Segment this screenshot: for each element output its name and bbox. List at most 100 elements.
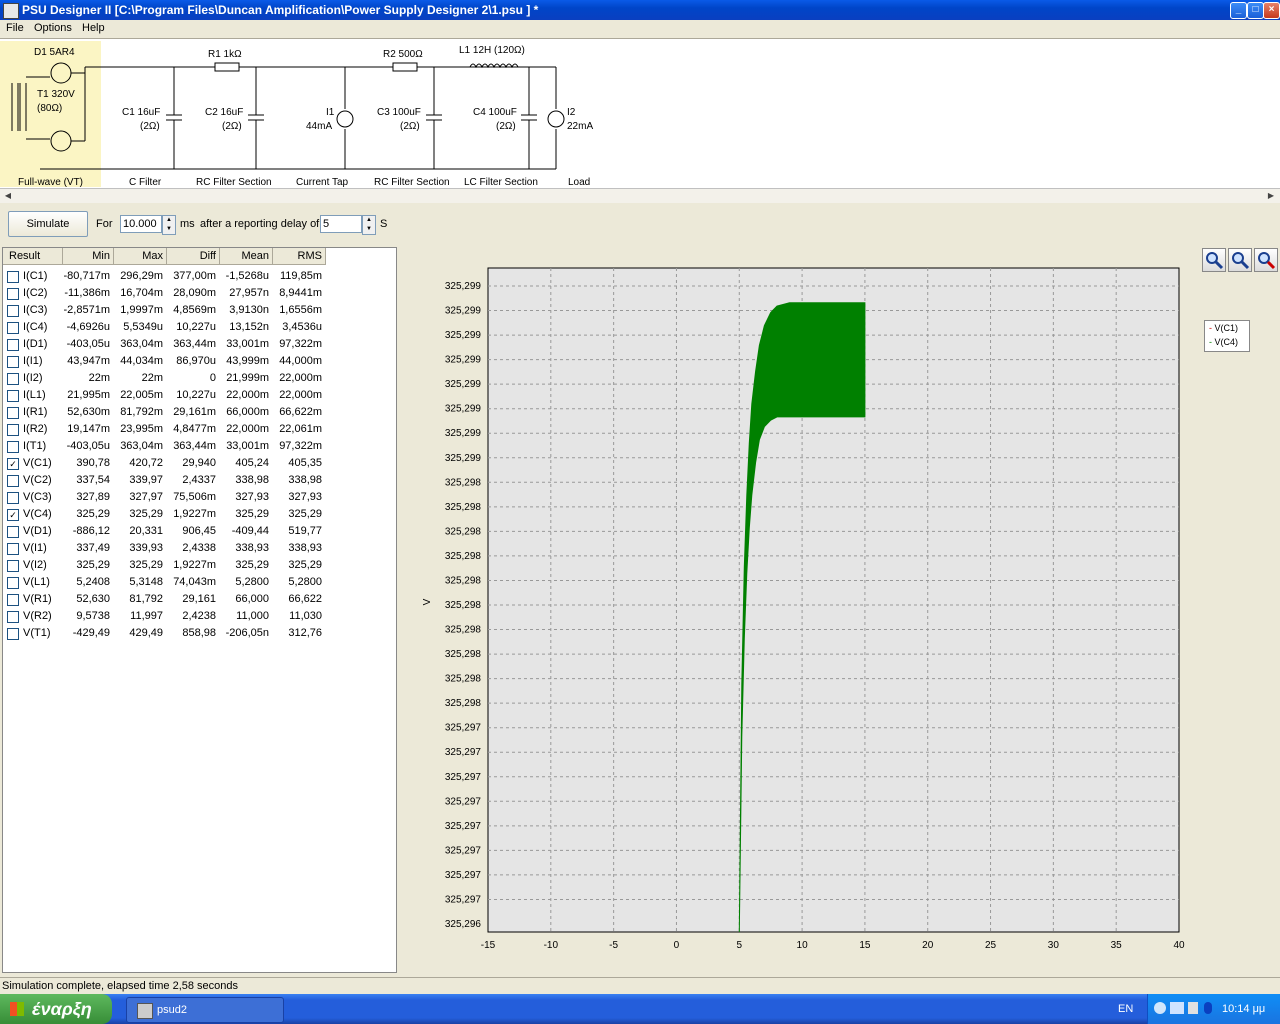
- row-checkbox[interactable]: ✓: [7, 458, 19, 470]
- table-row[interactable]: ✓ V(C1) 390,78 420,72 29,940 405,24 405,35: [3, 455, 396, 472]
- row-checkbox[interactable]: [7, 390, 19, 402]
- row-checkbox[interactable]: [7, 288, 19, 300]
- menu-help[interactable]: Help: [82, 22, 105, 34]
- row-checkbox[interactable]: [7, 611, 19, 623]
- table-row[interactable]: V(R1) 52,630 81,792 29,161 66,000 66,622: [3, 591, 396, 608]
- row-checkbox[interactable]: [7, 356, 19, 368]
- col-min[interactable]: Min: [63, 248, 114, 265]
- cell-mean: -1,5268u: [225, 270, 269, 282]
- y-tick-label: 325,299: [445, 306, 482, 317]
- table-row[interactable]: V(C3) 327,89 327,97 75,506m 327,93 327,93: [3, 489, 396, 506]
- table-row[interactable]: I(C2) -11,386m 16,704m 28,090m 27,957n 8,9441…: [3, 285, 396, 302]
- schematic-canvas[interactable]: D1 5AR4 T1 320V (80Ω) R1 1kΩ C1 16uF (2Ω…: [0, 38, 1280, 189]
- table-row[interactable]: I(T1) -403,05u 363,04m 363,44m 33,001m 97,322…: [3, 438, 396, 455]
- row-checkbox[interactable]: [7, 526, 19, 538]
- zoom-reset-icon[interactable]: [1254, 248, 1278, 272]
- col-result[interactable]: Result: [3, 248, 63, 265]
- table-row[interactable]: I(C3) -2,8571m 1,9997m 4,8569m 3,9130n 1,6556…: [3, 302, 396, 319]
- delay-spinner[interactable]: ▲ ▼: [362, 215, 376, 235]
- table-row[interactable]: I(D1) -403,05u 363,04m 363,44m 33,001m 97,322…: [3, 336, 396, 353]
- delay-input[interactable]: 5: [320, 215, 362, 233]
- results-table: Result Min Max Diff Mean RMS I(C1) -80,71…: [2, 247, 397, 973]
- label-c1-r: (2Ω): [140, 121, 160, 132]
- schematic-scrollbar[interactable]: ◀ ▶: [0, 188, 1280, 204]
- language-indicator[interactable]: EN: [1118, 1003, 1133, 1015]
- row-checkbox[interactable]: [7, 577, 19, 589]
- row-name: V(C1): [23, 457, 52, 469]
- table-row[interactable]: V(I1) 337,49 339,93 2,4338 338,93 338,93: [3, 540, 396, 557]
- cell-rms: 119,85m: [280, 270, 322, 282]
- x-tick-label: -5: [609, 940, 618, 951]
- table-row[interactable]: I(L1) 21,995m 22,005m 10,227u 22,000m 22,000m: [3, 387, 396, 404]
- row-checkbox[interactable]: [7, 492, 19, 504]
- table-row[interactable]: I(R2) 19,147m 23,995m 4,8477m 22,000m 22,061m: [3, 421, 396, 438]
- minimize-button[interactable]: _: [1230, 2, 1247, 19]
- cell-diff: 858,98: [182, 627, 216, 639]
- row-checkbox[interactable]: [7, 594, 19, 606]
- table-row[interactable]: V(L1) 5,2408 5,3148 74,043m 5,2800 5,2800: [3, 574, 396, 591]
- label-i1-v: 44mA: [306, 121, 332, 132]
- duration-spinner[interactable]: ▲ ▼: [162, 215, 176, 235]
- system-tray: 10:14 μμ: [1147, 994, 1280, 1024]
- start-button[interactable]: έναρξη: [0, 994, 112, 1024]
- table-row[interactable]: V(T1) -429,49 429,49 858,98 -206,05n 312,76: [3, 625, 396, 642]
- table-row[interactable]: V(D1) -886,12 20,331 906,45 -409,44 519,77: [3, 523, 396, 540]
- cell-max: 22m: [141, 372, 163, 384]
- table-row[interactable]: V(I2) 325,29 325,29 1,9227m 325,29 325,29: [3, 557, 396, 574]
- row-checkbox[interactable]: [7, 560, 19, 572]
- row-name: V(T1): [23, 627, 51, 639]
- volume-icon[interactable]: [1188, 1002, 1198, 1014]
- cell-diff: 29,940: [182, 457, 216, 469]
- row-checkbox[interactable]: [7, 424, 19, 436]
- row-checkbox[interactable]: [7, 475, 19, 487]
- row-name: I(C3): [23, 304, 48, 316]
- row-checkbox[interactable]: ✓: [7, 509, 19, 521]
- cell-min: 22m: [88, 372, 110, 384]
- tray-arrow-icon[interactable]: [1154, 1002, 1166, 1014]
- row-name: I(I2): [23, 372, 43, 384]
- table-row[interactable]: I(R1) 52,630m 81,792m 29,161m 66,000m 66,622m: [3, 404, 396, 421]
- close-button[interactable]: ×: [1263, 2, 1280, 19]
- row-checkbox[interactable]: [7, 543, 19, 555]
- col-mean[interactable]: Mean: [220, 248, 273, 265]
- zoom-in-icon[interactable]: [1202, 248, 1226, 272]
- scroll-left-icon[interactable]: ◀: [2, 190, 14, 202]
- resistor-r1: [214, 62, 240, 72]
- menu-options[interactable]: Options: [34, 22, 72, 34]
- col-rms[interactable]: RMS: [273, 248, 326, 265]
- cell-max: 339,97: [129, 474, 163, 486]
- network-icon[interactable]: [1170, 1002, 1184, 1014]
- row-checkbox[interactable]: [7, 339, 19, 351]
- taskbar-item-psud2[interactable]: psud2: [126, 997, 284, 1023]
- col-diff[interactable]: Diff: [167, 248, 220, 265]
- row-checkbox[interactable]: [7, 441, 19, 453]
- capacitor-c2: [248, 67, 264, 169]
- cell-rms: 405,35: [288, 457, 322, 469]
- zoom-out-icon[interactable]: [1228, 248, 1252, 272]
- cell-max: 339,93: [129, 542, 163, 554]
- row-checkbox[interactable]: [7, 305, 19, 317]
- row-checkbox[interactable]: [7, 373, 19, 385]
- col-max[interactable]: Max: [114, 248, 167, 265]
- menu-file[interactable]: File: [6, 22, 24, 34]
- row-checkbox[interactable]: [7, 628, 19, 640]
- cell-max: 1,9997m: [120, 304, 163, 316]
- duration-input[interactable]: 10.000: [120, 215, 162, 233]
- cell-max: 16,704m: [120, 287, 163, 299]
- y-tick-label: 325,296: [445, 919, 482, 930]
- table-row[interactable]: I(C1) -80,717m 296,29m 377,00m -1,5268u 119,8…: [3, 268, 396, 285]
- table-row[interactable]: V(C2) 337,54 339,97 2,4337 338,98 338,98: [3, 472, 396, 489]
- row-checkbox[interactable]: [7, 407, 19, 419]
- table-row[interactable]: V(R2) 9,5738 11,997 2,4238 11,000 11,030: [3, 608, 396, 625]
- table-row[interactable]: I(I2) 22m 22m 0 21,999m 22,000m: [3, 370, 396, 387]
- simulate-button[interactable]: Simulate: [8, 211, 88, 237]
- table-row[interactable]: I(C4) -4,6926u 5,5349u 10,227u 13,152n 3,4536…: [3, 319, 396, 336]
- maximize-button[interactable]: □: [1247, 2, 1264, 19]
- bluetooth-icon[interactable]: [1204, 1002, 1212, 1014]
- table-row[interactable]: ✓ V(C4) 325,29 325,29 1,9227m 325,29 325,29: [3, 506, 396, 523]
- cell-diff: 1,9227m: [173, 508, 216, 520]
- row-checkbox[interactable]: [7, 322, 19, 334]
- row-checkbox[interactable]: [7, 271, 19, 283]
- table-row[interactable]: I(I1) 43,947m 44,034m 86,970u 43,999m 44,000m: [3, 353, 396, 370]
- scroll-right-icon[interactable]: ▶: [1265, 190, 1277, 202]
